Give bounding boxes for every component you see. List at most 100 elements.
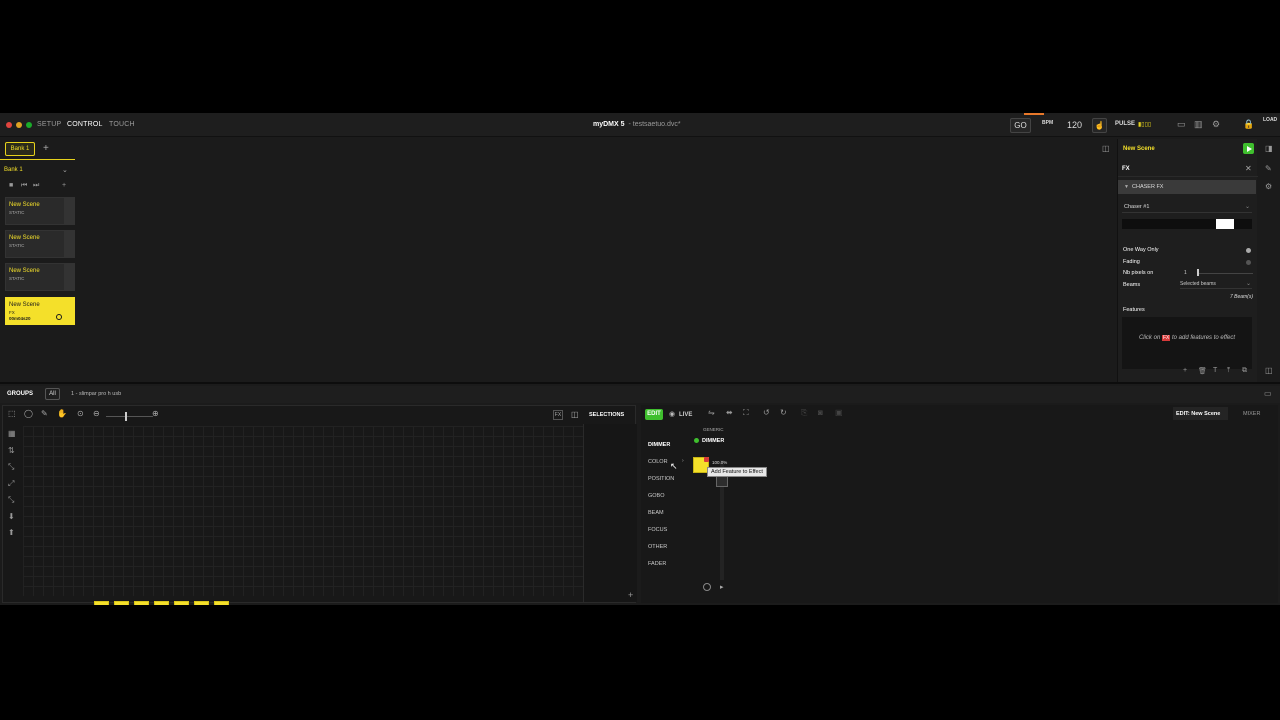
nb-pixels-slider[interactable] — [1198, 273, 1253, 274]
all-groups-button[interactable]: All — [45, 388, 60, 400]
text-icon[interactable]: T — [1213, 367, 1217, 374]
keyboard-icon[interactable]: ▭ — [1177, 120, 1186, 129]
fixture[interactable]: 7 — [214, 601, 229, 605]
play-button[interactable] — [1243, 143, 1254, 154]
category-dimmer[interactable]: DIMMER — [648, 442, 670, 448]
gear-icon[interactable]: ⚙ — [1265, 182, 1272, 191]
fixture[interactable]: 2 — [114, 601, 129, 605]
mirror-icon[interactable]: ⬌ — [726, 409, 733, 417]
arrow-down-icon[interactable]: ⬇ — [8, 512, 15, 521]
chaser-fx-section[interactable]: ▼ CHASER FX — [1118, 180, 1256, 194]
add-icon[interactable]: + — [1183, 367, 1187, 374]
duplicate-icon[interactable]: ⧉ — [1242, 367, 1247, 375]
grid-view-icon[interactable]: ▦ — [8, 429, 16, 438]
scene-item[interactable]: New Scene STATIC — [5, 197, 75, 225]
fixture[interactable]: 5 — [174, 601, 189, 605]
maximize-window-button[interactable] — [26, 122, 32, 128]
group-item[interactable]: 1 - slimpar pro h usb — [71, 391, 121, 397]
tab-setup[interactable]: SETUP — [37, 121, 61, 128]
live-mode-label[interactable]: LIVE — [679, 412, 692, 418]
hand-icon[interactable]: ✋ — [57, 410, 67, 418]
arrow-up-icon[interactable]: ⬆ — [8, 528, 15, 537]
fixture[interactable]: 6 — [194, 601, 209, 605]
tap-tempo-icon[interactable]: ☝ — [1092, 118, 1107, 133]
category-beam[interactable]: BEAM — [648, 510, 664, 516]
category-gobo[interactable]: GOBO — [648, 493, 665, 499]
add-scene-icon[interactable]: + — [62, 182, 66, 189]
expand-panel-icon[interactable]: ◨ — [1265, 144, 1273, 153]
bank-selector[interactable]: Bank 1 — [4, 167, 23, 173]
settings-icon[interactable]: ⚙ — [1212, 120, 1220, 129]
capture-icon[interactable]: ▣ — [835, 409, 843, 417]
beams-select[interactable]: Selected beams ⌄ — [1180, 279, 1252, 289]
chevron-down-icon[interactable]: ⌄ — [62, 166, 68, 174]
tab-control[interactable]: CONTROL — [67, 121, 103, 128]
panel-divider[interactable] — [0, 382, 1280, 384]
load-label[interactable]: LOAD — [1263, 117, 1277, 123]
align-icon[interactable]: ⇅ — [8, 446, 15, 455]
pencil-icon[interactable]: ✎ — [1265, 164, 1272, 173]
distribute-icon[interactable]: ⤡ — [8, 462, 14, 472]
lock-icon[interactable]: 🔒 — [1243, 120, 1254, 129]
export-icon[interactable]: ⤒ — [1227, 367, 1230, 375]
category-fader[interactable]: FADER — [648, 561, 666, 567]
fixture[interactable]: 1 — [94, 601, 109, 605]
add-selection-icon[interactable]: + — [628, 590, 633, 600]
mixer-tab[interactable]: MIXER — [1243, 411, 1260, 417]
close-window-button[interactable] — [6, 122, 12, 128]
select-rect-icon[interactable]: ⬚ — [8, 410, 16, 418]
next-icon[interactable]: ⏭ — [33, 182, 39, 190]
eye-icon[interactable]: ◉ — [669, 410, 675, 418]
viewport-toolbar: ⬚ ◯ ✎ ✋ ⊙ ⊖ ⊕ FX ◫ SELECTIONS — [3, 406, 637, 424]
zoom-in-icon[interactable]: ⊕ — [152, 410, 159, 418]
scene-item[interactable]: New Scene STATIC — [5, 230, 75, 258]
crop-icon[interactable]: ⛶ — [743, 409, 749, 417]
category-focus[interactable]: FOCUS — [648, 527, 667, 533]
zoom-slider[interactable] — [106, 416, 153, 417]
scene-item-active[interactable]: New Scene FX 00m04s20 — [5, 297, 75, 325]
panel-toggle-icon[interactable]: ▭ — [1264, 389, 1272, 398]
chaser-select[interactable]: Chaser #1 ⌄ — [1122, 202, 1252, 213]
minimize-window-button[interactable] — [16, 122, 22, 128]
collapse-icon[interactable]: ◫ — [1265, 366, 1273, 375]
camera-icon[interactable]: ◙ — [818, 409, 823, 417]
category-color[interactable]: COLOR — [648, 459, 668, 465]
nb-pixels-slider-thumb[interactable] — [1197, 269, 1199, 276]
piano-icon[interactable]: ▥ — [1194, 120, 1203, 129]
edit-mode-button[interactable]: EDIT — [645, 409, 663, 420]
go-button[interactable]: GO — [1010, 118, 1031, 133]
redo-icon[interactable]: ↻ — [780, 409, 787, 417]
copy-icon[interactable]: ⎘ — [801, 409, 807, 417]
close-icon[interactable]: ✕ — [1245, 164, 1252, 173]
zoom-fit-icon[interactable]: ⊙ — [77, 410, 84, 418]
collapse-selections-icon[interactable]: ◫ — [571, 410, 579, 419]
tab-touch[interactable]: TOUCH — [109, 121, 135, 128]
brush-icon[interactable]: ✎ — [41, 410, 48, 418]
fixture-viewport[interactable]: ⬚ ◯ ✎ ✋ ⊙ ⊖ ⊕ FX ◫ SELECTIONS + ▦ ⇅ ⤡ ⤢ … — [2, 405, 637, 605]
stop-icon[interactable]: ■ — [9, 182, 13, 189]
category-other[interactable]: OTHER — [648, 544, 667, 550]
fading-toggle[interactable] — [1246, 260, 1251, 265]
fixture[interactable]: 3 — [134, 601, 149, 605]
flip-icon[interactable]: ⇋ — [708, 409, 715, 417]
reset-knob[interactable] — [703, 583, 711, 591]
play-arrow-icon[interactable]: ▸ — [720, 583, 724, 591]
undo-icon[interactable]: ↺ — [763, 409, 770, 417]
fx-toggle-button[interactable]: FX — [553, 410, 563, 420]
add-bank-icon[interactable]: + — [43, 143, 49, 154]
distribute-diag-icon[interactable]: ⤢ — [8, 479, 14, 489]
collapse-panel-icon[interactable]: ◫ — [1102, 144, 1110, 153]
trash-icon[interactable]: 🗑 — [1198, 367, 1207, 375]
viewport-grid[interactable] — [23, 426, 583, 596]
previous-icon[interactable]: ⏮ — [21, 182, 27, 190]
fixture[interactable]: 4 — [154, 601, 169, 605]
bpm-value[interactable]: 120 — [1067, 120, 1082, 130]
distribute-alt-icon[interactable]: ⤡ — [8, 495, 14, 505]
scene-item[interactable]: New Scene STATIC — [5, 263, 75, 291]
bank-tab-1[interactable]: Bank 1 — [5, 142, 35, 156]
one-way-only-toggle[interactable] — [1246, 248, 1251, 253]
lasso-icon[interactable]: ◯ — [24, 410, 33, 418]
zoom-slider-thumb[interactable] — [125, 412, 127, 421]
category-position[interactable]: POSITION — [648, 476, 674, 482]
zoom-out-icon[interactable]: ⊖ — [93, 410, 100, 418]
